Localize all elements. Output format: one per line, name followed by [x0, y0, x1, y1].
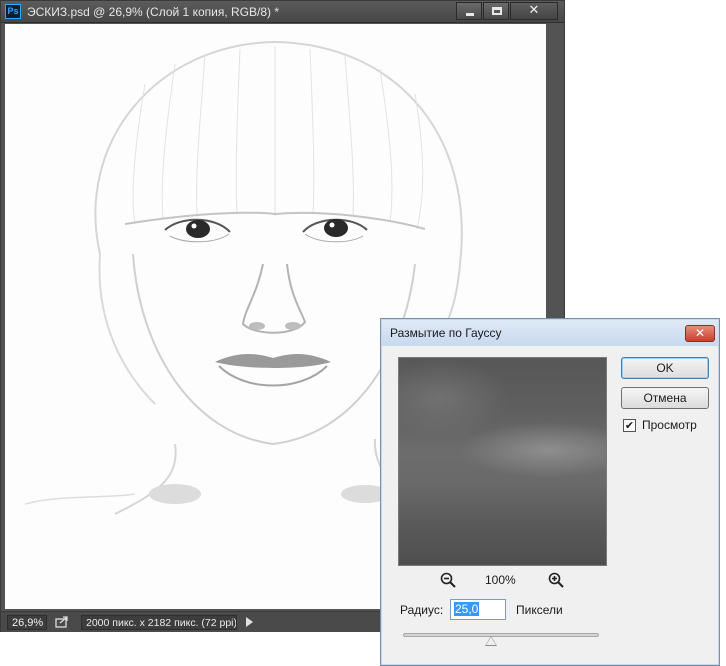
ok-button[interactable]: OK: [621, 357, 709, 379]
dialog-title: Размытие по Гауссу: [390, 326, 502, 340]
document-titlebar[interactable]: Ps ЭСКИЗ.psd @ 26,9% (Слой 1 копия, RGB/…: [1, 1, 564, 23]
radius-input[interactable]: 25,0: [450, 599, 506, 620]
close-icon: ✕: [528, 3, 540, 18]
minimize-icon: [466, 13, 474, 16]
zoom-field[interactable]: 26,9%: [7, 615, 47, 630]
radius-slider-thumb[interactable]: [485, 636, 498, 646]
radius-slider-track[interactable]: [403, 633, 599, 637]
preview-checkbox[interactable]: ✔: [623, 419, 636, 432]
zoom-in-icon[interactable]: [548, 572, 564, 588]
close-icon[interactable]: ✕: [685, 325, 715, 342]
dialog-titlebar[interactable]: Размытие по Гауссу ✕: [382, 320, 718, 346]
radius-label: Радиус:: [400, 603, 444, 617]
radius-value: 25,0: [454, 602, 480, 616]
maximize-button[interactable]: [483, 2, 509, 20]
eyes: [164, 218, 368, 243]
minimize-button[interactable]: [456, 2, 482, 20]
blur-preview[interactable]: [398, 357, 607, 566]
close-window-button[interactable]: ✕: [510, 2, 558, 20]
share-icon[interactable]: [55, 615, 69, 628]
unit-label: Пиксели: [516, 603, 563, 617]
maximize-icon: [492, 7, 502, 15]
play-icon[interactable]: [246, 617, 253, 627]
preview-label: Просмотр: [642, 418, 697, 432]
zoom-out-icon[interactable]: [440, 572, 456, 588]
photoshop-logo-icon: Ps: [5, 4, 21, 19]
document-size-info: 2000 пикс. x 2182 пикс. (72 ppi): [81, 615, 237, 630]
gaussian-blur-dialog: Размытие по Гауссу ✕ 100% Радиус: 25,0 П…: [380, 318, 720, 666]
zoom-level: 100%: [485, 573, 516, 587]
document-title: ЭСКИЗ.psd @ 26,9% (Слой 1 копия, RGB/8) …: [27, 5, 279, 19]
cancel-button[interactable]: Отмена: [621, 387, 709, 409]
